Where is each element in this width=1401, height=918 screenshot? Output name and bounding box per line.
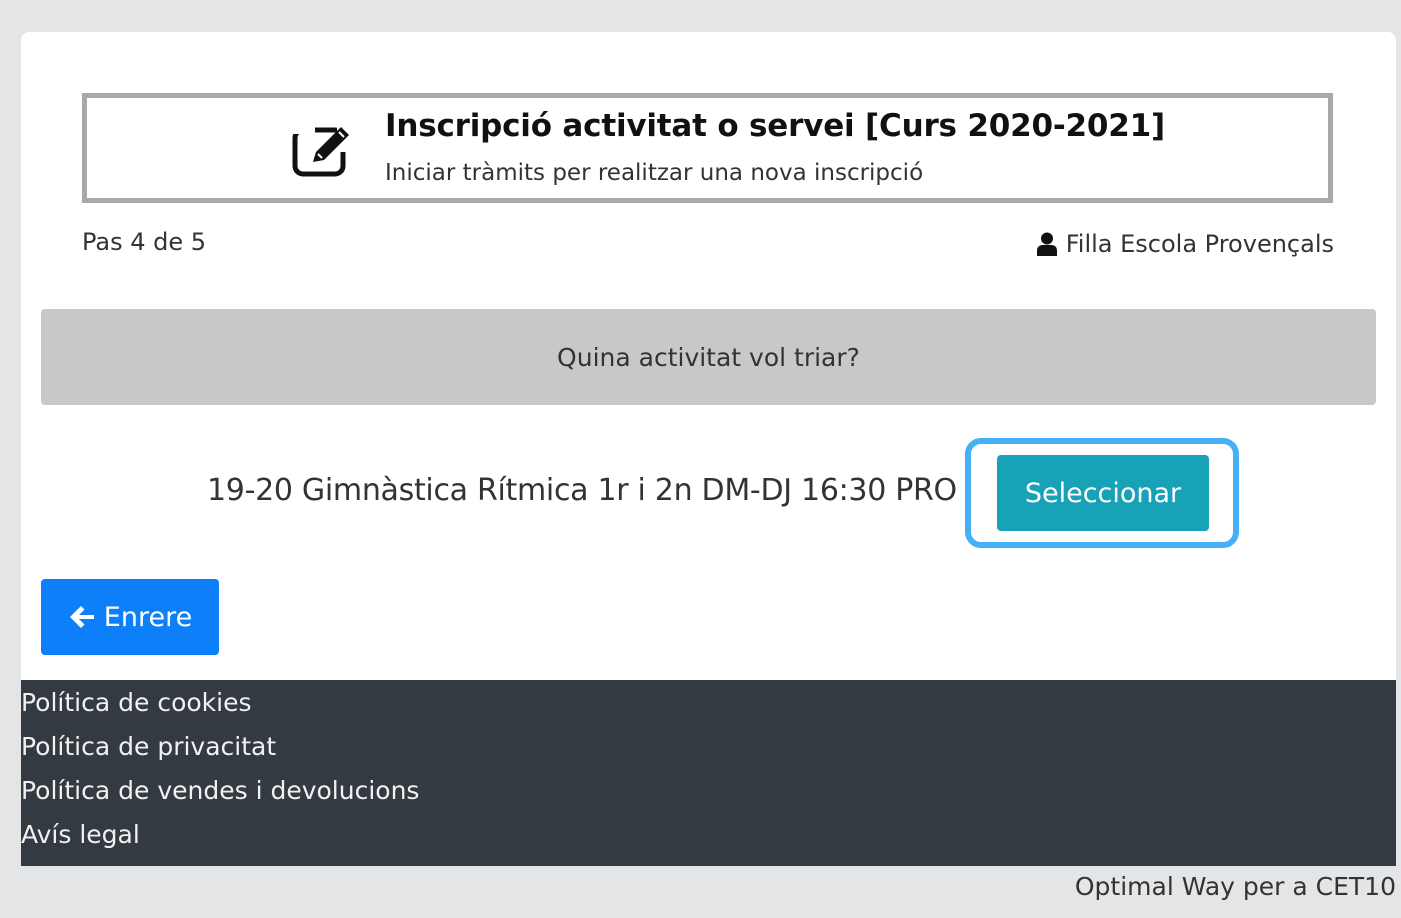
- select-activity-button[interactable]: Seleccionar: [997, 455, 1209, 531]
- main-card: Inscripció activitat o servei [Curs 2020…: [21, 32, 1396, 680]
- back-button-label: Enrere: [103, 601, 193, 633]
- footer: Política de cookies Política de privacit…: [21, 680, 1396, 866]
- user-info: Filla Escola Provençals: [1036, 230, 1334, 258]
- activity-name: 19-20 Gimnàstica Rítmica 1r i 2n DM-DJ 1…: [207, 473, 957, 508]
- edit-icon: [291, 120, 355, 177]
- page-title: Inscripció activitat o servei [Curs 2020…: [385, 108, 1165, 144]
- footer-link-legal-notice[interactable]: Avís legal: [21, 820, 140, 849]
- select-button-label: Seleccionar: [1024, 477, 1182, 509]
- question-text: Quina activitat vol triar?: [557, 342, 860, 372]
- user-name: Filla Escola Provençals: [1065, 230, 1334, 258]
- page-subtitle: Iniciar tràmits per realitzar una nova i…: [385, 160, 924, 186]
- credits: Optimal Way per a CET10: [1074, 872, 1396, 901]
- question-band: Quina activitat vol triar?: [41, 309, 1376, 405]
- user-icon: [1036, 232, 1057, 256]
- arrow-left-icon: [69, 606, 94, 628]
- footer-link-privacy[interactable]: Política de privacitat: [21, 732, 276, 761]
- page-header: Inscripció activitat o servei [Curs 2020…: [82, 93, 1333, 203]
- back-button[interactable]: Enrere: [41, 579, 219, 655]
- footer-link-cookies[interactable]: Política de cookies: [21, 688, 252, 717]
- footer-link-sales-returns[interactable]: Política de vendes i devolucions: [21, 776, 419, 805]
- step-indicator: Pas 4 de 5: [82, 228, 207, 256]
